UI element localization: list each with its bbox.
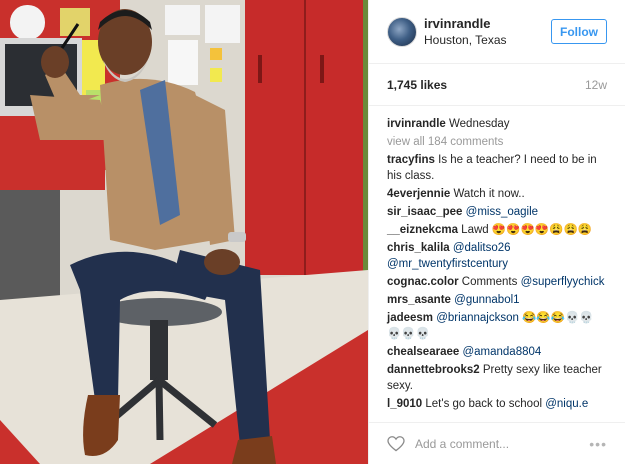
owner-info: irvinrandle Houston, Texas [424, 15, 551, 49]
comment-username[interactable]: __eiznekcma [387, 224, 458, 236]
comment-username[interactable]: sir_isaac_pee [387, 206, 462, 218]
comment-item: __eiznekcma Lawd 😍😍😍😍😩😩😩 [387, 222, 607, 238]
comment-username[interactable]: 4everjennie [387, 188, 450, 200]
comment-item: sir_isaac_pee @miss_oagile [387, 204, 607, 220]
comment-mention[interactable]: @gunnabol1 [454, 294, 519, 306]
add-comment-row: ••• [369, 422, 625, 464]
owner-username[interactable]: irvinrandle [424, 15, 551, 32]
comment-username[interactable]: cognac.color [387, 276, 459, 288]
post-photo[interactable] [0, 0, 368, 464]
comment-item: l_9010 Let's go back to school @niqu.e [387, 396, 607, 412]
more-options-icon[interactable]: ••• [589, 436, 607, 452]
post-age[interactable]: 12w [585, 78, 607, 92]
comment-username[interactable]: l_9010 [387, 398, 422, 410]
caption-username[interactable]: irvinrandle [387, 118, 446, 130]
follow-button[interactable]: Follow [551, 19, 607, 44]
caption: irvinrandle Wednesday [387, 116, 607, 132]
comment-text: Comments [461, 276, 518, 288]
caption-text: Wednesday [449, 118, 510, 130]
comment-item: mrs_asante @gunnabol1 [387, 292, 607, 308]
comment-item: cognac.color Comments @superflyychick [387, 274, 607, 290]
post-stats: 1,745 likes 12w [369, 64, 625, 106]
comment-mention[interactable]: @miss_oagile [466, 206, 538, 218]
comment-username[interactable]: chris_kalila [387, 242, 450, 254]
likes-count[interactable]: 1,745 likes [387, 78, 447, 92]
view-all-comments-link[interactable]: view all 184 comments [387, 134, 607, 150]
comment-item: chealsearaee @amanda8804 [387, 344, 607, 360]
comment-item: tracyfins Is he a teacher? I need to be … [387, 152, 607, 184]
comment-mention[interactable]: @briannajckson [436, 312, 519, 324]
comment-username[interactable]: tracyfins [387, 154, 435, 166]
avatar-icon[interactable] [387, 16, 417, 47]
comment-item: chris_kalila @dalitso26 @mr_twentyfirstc… [387, 240, 607, 272]
comment-item: 4everjennie Watch it now.. [387, 186, 607, 202]
add-comment-input[interactable] [415, 436, 590, 451]
comments-list: irvinrandle Wednesday view all 184 comme… [369, 106, 625, 412]
comment-username[interactable]: chealsearaee [387, 346, 459, 358]
comment-item: dannettebrooks2 Pretty sexy like teacher… [387, 362, 607, 394]
comment-text: Watch it now.. [453, 188, 525, 200]
comment-item: jadeesm @briannajckson 😂😂😂💀💀💀💀💀 [387, 310, 607, 342]
comment-mention[interactable]: @amanda8804 [462, 346, 541, 358]
post-panel: irvinrandle Houston, Texas Follow 1,745 … [368, 0, 625, 464]
comment-username[interactable]: jadeesm [387, 312, 433, 324]
comment-text: Let's go back to school [425, 398, 543, 410]
classroom-photo [0, 0, 368, 464]
comment-username[interactable]: mrs_asante [387, 294, 451, 306]
owner-location[interactable]: Houston, Texas [424, 32, 551, 49]
post-header: irvinrandle Houston, Texas Follow [369, 0, 625, 64]
comment-text: Lawd 😍😍😍😍😩😩😩 [461, 224, 593, 236]
comment-mention[interactable]: @superflyychick [521, 276, 605, 288]
heart-outline-icon[interactable] [387, 435, 405, 452]
comment-mention[interactable]: @niqu.e [545, 398, 588, 410]
comment-username[interactable]: dannettebrooks2 [387, 364, 480, 376]
